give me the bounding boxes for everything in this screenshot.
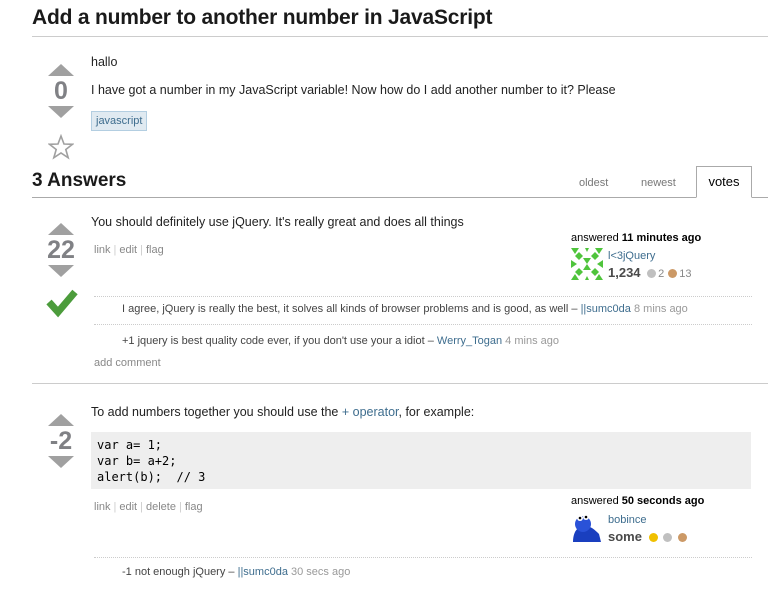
bronze-badge-icon xyxy=(677,533,687,543)
page-title: Add a number to another number in JavaSc… xyxy=(32,6,493,29)
edit-button[interactable]: edit xyxy=(119,501,137,513)
comment: I agree, jQuery is really the best, it s… xyxy=(122,303,688,315)
title-divider xyxy=(32,36,768,37)
question-body-line-2: I have got a number in my JavaScript var… xyxy=(91,83,616,97)
comment-user-link[interactable]: ||sumc0da xyxy=(581,303,631,315)
accepted-checkmark-icon xyxy=(46,289,78,318)
answer1-post-menu: link | edit | flag xyxy=(94,244,164,256)
flag-button[interactable]: flag xyxy=(185,501,203,513)
code-block: var a= 1; var b= a+2; alert(b); // 3 xyxy=(91,432,751,489)
favorite-star-icon[interactable] xyxy=(48,134,74,160)
answer2-post-menu: link | edit | delete | flag xyxy=(94,501,203,513)
answer1-vote-column: 22 xyxy=(44,223,78,277)
answered-prefix: answered xyxy=(571,495,619,507)
answer2-reputation: some xyxy=(608,529,687,544)
comment-text: I agree, jQuery is really the best, it s… xyxy=(122,303,578,315)
flag-button[interactable]: flag xyxy=(146,244,164,256)
answer-divider xyxy=(32,383,768,384)
add-comment-link[interactable]: add comment xyxy=(94,357,161,369)
answered-time: 11 minutes ago xyxy=(621,232,702,244)
answer2-body: To add numbers together you should use t… xyxy=(91,405,474,419)
link-button[interactable]: link xyxy=(94,501,111,513)
comment-user-link[interactable]: Werry_Togan xyxy=(437,335,502,347)
tabs-divider xyxy=(32,197,768,198)
upvote-arrow-icon[interactable] xyxy=(48,64,74,76)
bronze-badge-count: 13 xyxy=(679,267,692,280)
answer2-username[interactable]: bobince xyxy=(608,514,647,526)
answer2-vote-count: -2 xyxy=(49,427,73,455)
tag-javascript[interactable]: javascript xyxy=(91,111,148,131)
tab-newest[interactable]: newest xyxy=(641,177,676,189)
upvote-arrow-icon[interactable] xyxy=(48,414,74,426)
comment-user-link[interactable]: ||sumc0da xyxy=(238,566,288,578)
answered-prefix: answered xyxy=(571,232,619,244)
downvote-arrow-icon[interactable] xyxy=(48,456,74,468)
downvote-arrow-icon[interactable] xyxy=(48,265,74,277)
answer2-answered-time: answered 50 seconds ago xyxy=(571,495,704,507)
comment-text: +1 jquery is best quality code ever, if … xyxy=(122,335,434,347)
answer2-body-prefix: To add numbers together you should use t… xyxy=(91,405,339,419)
answer2-body-suffix: , for example: xyxy=(398,405,475,419)
answer1-vote-count: 22 xyxy=(47,236,75,264)
upvote-arrow-icon[interactable] xyxy=(48,223,74,235)
tab-votes[interactable]: votes xyxy=(696,166,752,198)
silver-badge-count: 2 xyxy=(658,267,665,280)
question-vote-column: 0 xyxy=(44,64,78,118)
tab-oldest[interactable]: oldest xyxy=(579,177,608,189)
answer2-vote-column: -2 xyxy=(44,414,78,468)
answer1-answered-time: answered 11 minutes ago xyxy=(571,232,701,244)
comment: +1 jquery is best quality code ever, if … xyxy=(122,335,559,347)
comment-time: 8 mins ago xyxy=(633,303,688,315)
answered-time: 50 seconds ago xyxy=(621,495,705,507)
edit-button[interactable]: edit xyxy=(119,244,137,256)
comment-text: -1 not enough jQuery – xyxy=(122,566,235,578)
comment-time: 4 mins ago xyxy=(505,335,559,347)
reputation-score: 1,234 xyxy=(608,265,641,280)
silver-badge-icon xyxy=(647,269,657,279)
answer1-reputation: 1,234 2 13 xyxy=(608,265,696,280)
link-button[interactable]: link xyxy=(94,244,111,256)
operator-link[interactable]: + operator xyxy=(342,405,399,419)
user-avatar-identicon[interactable] xyxy=(571,248,603,280)
delete-button[interactable]: delete xyxy=(146,501,176,513)
answer1-body: You should definitely use jQuery. It's r… xyxy=(91,215,464,229)
comment: -1 not enough jQuery – ||sumc0da 30 secs… xyxy=(122,566,350,578)
answers-count-heading: 3 Answers xyxy=(32,170,127,191)
reputation-score: some xyxy=(608,529,642,544)
bronze-badge-icon xyxy=(668,269,678,279)
silver-badge-icon xyxy=(663,533,673,543)
downvote-arrow-icon[interactable] xyxy=(48,106,74,118)
comment-time: 30 secs ago xyxy=(291,566,351,578)
question-body-line-1: hallo xyxy=(91,55,118,69)
question-vote-count: 0 xyxy=(54,77,68,105)
comment-divider xyxy=(94,296,752,297)
comment-divider xyxy=(94,557,752,558)
user-avatar-icon[interactable] xyxy=(571,512,603,544)
comment-divider xyxy=(94,324,752,325)
answer1-username[interactable]: l<3jQuery xyxy=(608,250,655,262)
gold-badge-icon xyxy=(648,533,658,543)
